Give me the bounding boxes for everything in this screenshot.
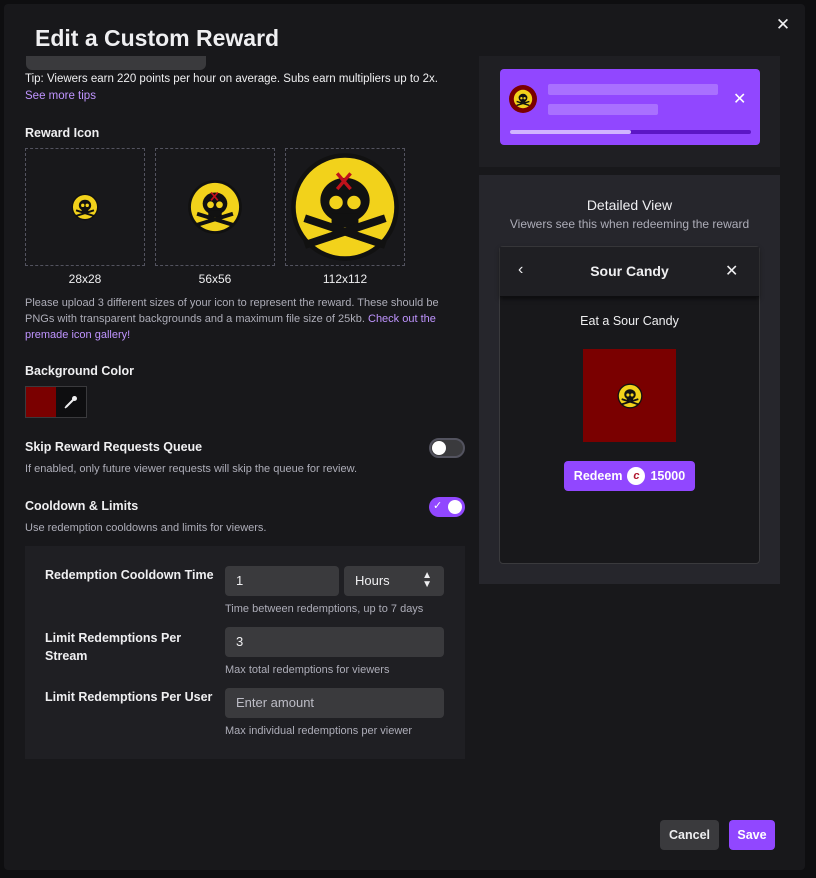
per-stream-label: Limit Redemptions Per Stream (45, 631, 182, 663)
per-user-label: Limit Redemptions Per User (45, 690, 213, 704)
icon-size-label: 28x28 (68, 272, 102, 286)
icon-size-label: 112x112 (322, 272, 368, 286)
detailed-view-subtitle: Viewers see this when redeeming the rewa… (509, 217, 750, 231)
cooldown-unit-select[interactable]: Hours ▲ ▼ (344, 566, 444, 596)
skull-icon (617, 383, 642, 408)
edit-reward-modal: Edit a Custom Reward ✕ Tip: Viewers earn… (4, 4, 805, 870)
see-more-tips-link[interactable]: See more tips (25, 90, 96, 102)
color-swatch[interactable] (26, 387, 56, 417)
save-button[interactable]: Save (729, 820, 775, 850)
skull-icon (188, 180, 242, 234)
placeholder-bar (548, 84, 718, 95)
icon-upload-112[interactable] (285, 148, 405, 266)
icon-upload-56[interactable] (155, 148, 275, 266)
reward-card: ‹ Sour Candy ✕ Eat a Sour Candy Redeem c… (499, 246, 760, 564)
upload-help: Please upload 3 different sizes of your … (25, 295, 455, 343)
reward-tile (583, 349, 676, 442)
skip-queue-help: If enabled, only future viewer requests … (25, 463, 358, 475)
reward-cost: 15000 (650, 469, 686, 483)
eyedropper-icon[interactable] (56, 387, 86, 417)
limits-panel: Redemption Cooldown Time 1 Hours ▲ ▼ Time… (25, 546, 465, 759)
card-title: Sour Candy (590, 263, 669, 279)
icon-upload-28[interactable] (25, 148, 145, 266)
close-icon[interactable]: ✕ (733, 89, 746, 109)
cooldown-time-label: Redemption Cooldown Time (45, 568, 214, 582)
skip-queue-label: Skip Reward Requests Queue (25, 440, 203, 454)
cooldown-help: Use redemption cooldowns and limits for … (25, 522, 267, 534)
per-user-help: Max individual redemptions per viewer (225, 725, 413, 737)
skip-queue-toggle[interactable] (429, 438, 465, 458)
cooldown-time-input[interactable]: 1 (225, 566, 339, 596)
card-header: ‹ Sour Candy ✕ (500, 247, 759, 297)
toggle-knob (432, 441, 446, 455)
skull-icon (513, 89, 533, 109)
cancel-button[interactable]: Cancel (660, 820, 719, 850)
tip-text: Tip: Viewers earn 220 points per hour on… (25, 73, 438, 85)
alert-preview: ✕ (500, 69, 760, 145)
channel-points-icon: c (627, 467, 646, 485)
background-color-label: Background Color (25, 364, 135, 378)
close-icon[interactable]: ✕ (774, 16, 792, 34)
check-icon: ✓ (433, 500, 443, 512)
modal-title: Edit a Custom Reward (35, 25, 280, 51)
chevron-up-down-icon: ▲ ▼ (422, 570, 432, 590)
redeem-button[interactable]: Redeem c 15000 (564, 461, 695, 491)
icon-size-label: 56x56 (198, 272, 232, 286)
detailed-view-panel: Detailed View Viewers see this when rede… (479, 175, 780, 584)
cooldown-label: Cooldown & Limits (25, 499, 139, 513)
progress-fill (510, 130, 631, 134)
scrolled-field-stub (26, 56, 206, 70)
close-icon[interactable]: ✕ (725, 261, 738, 281)
detailed-view-title: Detailed View (586, 197, 673, 213)
skull-icon (71, 193, 99, 221)
per-stream-input[interactable]: 3 (225, 627, 444, 657)
redeem-label: Redeem (573, 469, 623, 483)
alert-preview-panel: ✕ (479, 56, 780, 167)
reward-icon-label: Reward Icon (25, 126, 100, 140)
placeholder-bar (548, 104, 658, 115)
cooldown-unit-value: Hours (355, 573, 390, 588)
progress-track (510, 130, 751, 134)
skull-icon (291, 153, 399, 261)
reward-name: Eat a Sour Candy (580, 314, 679, 328)
per-stream-help: Max total redemptions for viewers (225, 664, 390, 676)
cooldown-time-help: Time between redemptions, up to 7 days (225, 603, 424, 615)
cooldown-toggle[interactable]: ✓ (429, 497, 465, 517)
per-user-input[interactable]: Enter amount (225, 688, 444, 718)
reward-icon-thumb (509, 85, 537, 113)
background-color-picker[interactable] (25, 386, 87, 418)
toggle-knob (448, 500, 462, 514)
